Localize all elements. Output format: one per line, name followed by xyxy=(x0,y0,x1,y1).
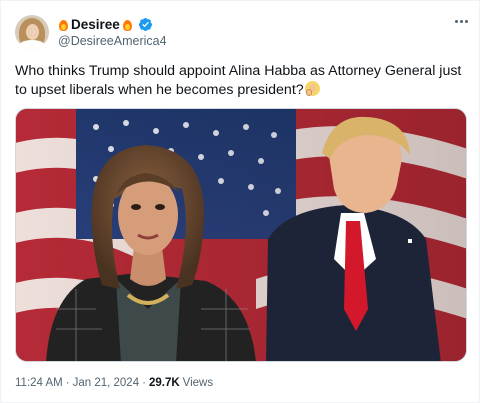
fire-icon xyxy=(122,18,133,31)
tweet-card: Desiree @DesireeAmerica4 Who thinks Trum… xyxy=(0,0,480,403)
tweet-meta: 11:24 AM · Jan 21, 2024 · 29.7K Views xyxy=(15,377,213,389)
author-name-row[interactable]: Desiree xyxy=(58,15,153,33)
display-name[interactable]: Desiree xyxy=(71,17,120,32)
meta-separator: · xyxy=(65,377,70,389)
tweet-photo[interactable] xyxy=(15,108,467,362)
fire-icon xyxy=(58,18,69,31)
woman-raising-hand-emoji xyxy=(304,81,320,96)
tweet-time[interactable]: 11:24 AM xyxy=(15,377,63,389)
meta-separator: · xyxy=(142,377,146,389)
more-options-icon[interactable] xyxy=(450,14,472,28)
views-label: Views xyxy=(182,377,214,389)
tweet-date[interactable]: Jan 21, 2024 xyxy=(73,377,140,389)
photo-image xyxy=(16,109,466,361)
verified-icon[interactable] xyxy=(138,17,153,32)
author-handle[interactable]: @DesireeAmerica4 xyxy=(58,34,167,48)
avatar[interactable] xyxy=(15,15,49,49)
tweet-body: Who thinks Trump should appoint Alina Ha… xyxy=(15,63,462,98)
tweet-text: Who thinks Trump should appoint Alina Ha… xyxy=(15,62,470,100)
views-count[interactable]: 29.7K xyxy=(149,377,180,389)
